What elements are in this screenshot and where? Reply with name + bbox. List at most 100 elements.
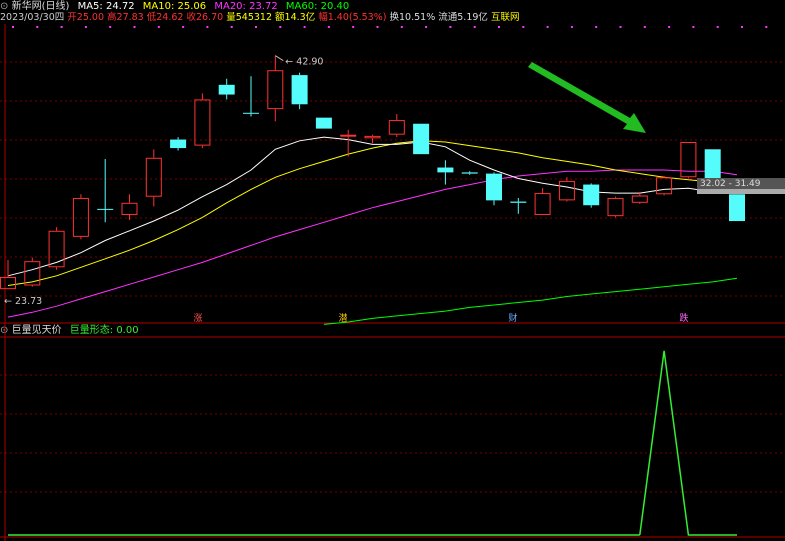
candle (631, 191, 648, 205)
candle-body (315, 117, 332, 129)
candle-body (413, 123, 430, 155)
top-tick-dot (84, 26, 87, 28)
candle (510, 197, 527, 214)
top-tick-dot (206, 26, 209, 28)
candle (461, 171, 478, 175)
indicator-panel (8, 350, 737, 536)
candle (97, 159, 114, 223)
candle-body (121, 202, 138, 215)
top-tick-dot (133, 26, 136, 28)
signal-marker: 跌 (679, 313, 688, 324)
top-tick-dot (473, 26, 476, 28)
candle-body (72, 197, 89, 237)
top-tick-dot (327, 26, 330, 28)
top-tick-dot (522, 26, 525, 28)
candle-body (583, 184, 600, 206)
candle (437, 160, 454, 185)
candle (194, 93, 211, 149)
top-tick-dot (619, 26, 622, 28)
top-tick-dot (692, 26, 695, 28)
top-tick-dot (765, 26, 768, 28)
candle (656, 176, 673, 196)
candle (315, 117, 332, 129)
top-tick-dot (36, 26, 39, 28)
candle (558, 177, 575, 202)
ma60-line (323, 277, 738, 325)
signal-marker: 潜 (338, 312, 347, 324)
candle (170, 137, 187, 151)
candle-body (340, 134, 357, 137)
candle (121, 194, 138, 220)
candle-body (388, 120, 405, 135)
candle (291, 72, 308, 110)
grid (0, 24, 785, 541)
top-tick-dot (60, 26, 63, 28)
candle-body (486, 173, 502, 201)
moving-average-lines (7, 136, 738, 325)
pointer-arrow-icon (528, 62, 646, 133)
candle (680, 141, 697, 179)
candle (267, 55, 284, 122)
candle (72, 194, 89, 240)
candle-body (437, 167, 454, 173)
candle (218, 78, 235, 100)
indicator-line (639, 350, 737, 536)
signal-marker: 财 (508, 312, 517, 324)
candle-body (607, 197, 624, 217)
top-tick-dot (425, 26, 428, 28)
candle-body (97, 208, 114, 210)
candle (145, 149, 162, 207)
ma20-line (7, 169, 738, 318)
candle (413, 123, 430, 155)
candle-body (510, 201, 527, 203)
top-tick-dot (230, 26, 233, 28)
kline-chart[interactable]: ← 42.90 ← 23.73 32.02 - 31.49 涨 潜 财 跌 (0, 0, 785, 541)
top-tick-dot (498, 26, 500, 28)
candle (486, 172, 502, 206)
candle (48, 227, 65, 270)
candle-body (729, 194, 745, 222)
candle-body (656, 177, 673, 195)
top-tick-dot (279, 26, 282, 28)
top-tick-dot (255, 26, 257, 28)
top-tick-dot (595, 26, 598, 28)
candle-body (558, 180, 575, 201)
candle-body (364, 135, 381, 139)
candle-body (267, 70, 284, 110)
top-tick-dot (12, 26, 14, 28)
min-price-label: ← 23.73 (4, 296, 42, 307)
candle-body (461, 172, 478, 174)
top-tick-dot (157, 26, 160, 28)
top-tick-dot (741, 26, 743, 28)
candle-body (48, 230, 65, 268)
max-price-label: ← 42.90 (285, 57, 323, 68)
top-tick-dot (376, 26, 379, 28)
top-tick-dot (449, 26, 452, 28)
candle (364, 134, 381, 144)
top-tick-dot (303, 26, 306, 28)
top-tick-dot (182, 26, 185, 28)
top-tick-dot (109, 26, 112, 28)
candle-body (0, 276, 16, 290)
candle (534, 188, 551, 215)
candle-body (534, 193, 551, 215)
top-tick-dot (546, 26, 549, 28)
annotations: ← 42.90 ← 23.73 32.02 - 31.49 涨 潜 财 跌 (4, 55, 785, 324)
candle-body (243, 112, 259, 114)
candle (243, 76, 259, 117)
candle-body (194, 99, 211, 146)
ma10-line (7, 140, 738, 286)
candle-body (218, 84, 235, 95)
top-tick-dot (643, 26, 646, 28)
top-tick-dot (716, 26, 719, 28)
candle-body (631, 195, 648, 203)
top-tick-dot (400, 26, 403, 28)
candle-body (291, 75, 308, 105)
signal-marker: 涨 (193, 313, 202, 324)
candle-body (170, 139, 187, 149)
top-tick-dot (570, 26, 573, 28)
candle (729, 194, 745, 222)
candle (388, 114, 405, 138)
range-label-bar (697, 189, 785, 194)
candle-body (145, 157, 162, 197)
